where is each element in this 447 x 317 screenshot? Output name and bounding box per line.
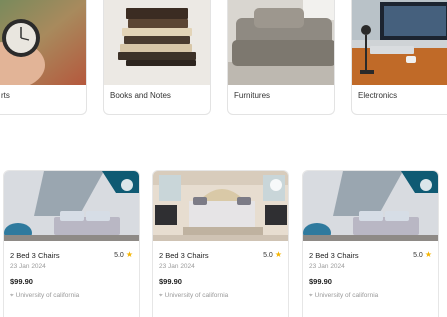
favorite-button[interactable] bbox=[420, 179, 432, 191]
location-text: University of california bbox=[15, 292, 80, 299]
category-label: Furnitures bbox=[234, 91, 271, 100]
listing-date: 23 Jan 2024 bbox=[10, 263, 46, 270]
sofa-photo bbox=[228, 0, 334, 85]
category-label: Electronics bbox=[358, 91, 398, 100]
listing-price: $99.90 bbox=[159, 277, 182, 286]
location-pin-icon: ⌖ bbox=[10, 292, 14, 299]
category-card-furnitures[interactable]: Furnitures bbox=[227, 0, 335, 115]
favorite-button[interactable] bbox=[121, 179, 133, 191]
location-pin-icon: ⌖ bbox=[159, 292, 163, 299]
rating-value: 5.0 bbox=[263, 252, 273, 259]
listing-title: 2 Bed 3 Chairs bbox=[159, 251, 209, 260]
category-label: Books and Notes bbox=[110, 91, 171, 100]
listing-date: 23 Jan 2024 bbox=[309, 263, 345, 270]
desk-setup-photo bbox=[352, 0, 447, 85]
listing-date: 23 Jan 2024 bbox=[159, 263, 195, 270]
star-icon: ★ bbox=[424, 250, 432, 259]
category-card-books[interactable]: Books and Notes bbox=[103, 0, 211, 115]
listing-card[interactable]: 2 Bed 3 Chairs 5.0 ★ 23 Jan 2024 $99.90 ⌖… bbox=[3, 170, 140, 317]
listing-location: ⌖ University of california bbox=[309, 292, 378, 300]
star-icon: ★ bbox=[125, 250, 133, 259]
listing-card[interactable]: 2 Bed 3 Chairs 5.0 ★ 23 Jan 2024 $99.90 ⌖… bbox=[302, 170, 439, 317]
listing-rating: 5.0 ★ bbox=[263, 250, 282, 259]
star-icon: ★ bbox=[274, 250, 282, 259]
location-text: University of california bbox=[314, 292, 379, 299]
listing-photo bbox=[153, 171, 288, 241]
listing-location: ⌖ University of california bbox=[10, 292, 79, 300]
location-pin-icon: ⌖ bbox=[309, 292, 313, 299]
location-text: University of california bbox=[164, 292, 229, 299]
rating-value: 5.0 bbox=[114, 252, 124, 259]
category-card-electronics[interactable]: Electronics bbox=[351, 0, 447, 115]
category-label: rts bbox=[1, 91, 10, 100]
listing-rating: 5.0 ★ bbox=[114, 250, 133, 259]
listing-title: 2 Bed 3 Chairs bbox=[309, 251, 359, 260]
listing-title: 2 Bed 3 Chairs bbox=[10, 251, 60, 260]
listing-photo bbox=[303, 171, 438, 241]
listing-card[interactable]: 2 Bed 3 Chairs 5.0 ★ 23 Jan 2024 $99.90 ⌖… bbox=[152, 170, 289, 317]
clock-photo bbox=[0, 0, 86, 85]
listing-price: $99.90 bbox=[10, 277, 33, 286]
listing-rating: 5.0 ★ bbox=[413, 250, 432, 259]
category-card-arts[interactable]: rts bbox=[0, 0, 87, 115]
listing-price: $99.90 bbox=[309, 277, 332, 286]
favorite-button[interactable] bbox=[270, 179, 282, 191]
rating-value: 5.0 bbox=[413, 252, 423, 259]
listing-photo bbox=[4, 171, 139, 241]
listing-location: ⌖ University of california bbox=[159, 292, 228, 300]
books-photo bbox=[104, 0, 210, 85]
